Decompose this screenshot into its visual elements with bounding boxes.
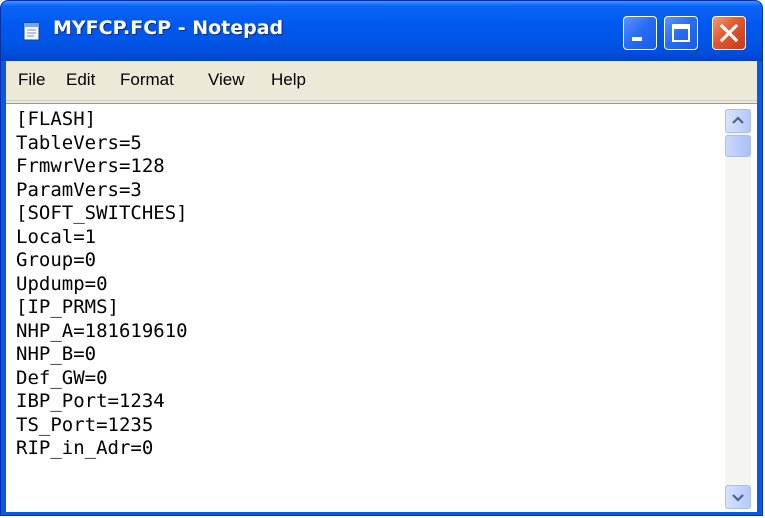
menu-view[interactable]: View	[208, 70, 245, 90]
window-title: MYFCP.FCP - Notepad	[53, 17, 284, 39]
close-icon	[719, 23, 739, 43]
menu-format[interactable]: Format	[120, 70, 174, 90]
text-line: TS_Port=1235	[16, 413, 154, 436]
scroll-down-arrow-icon	[732, 494, 744, 502]
notepad-icon[interactable]	[21, 20, 43, 42]
text-line: NHP_B=0	[16, 343, 97, 365]
close-button[interactable]	[712, 16, 746, 50]
menu-edit[interactable]: Edit	[66, 70, 95, 90]
text-line: NHP_A=181619610	[16, 319, 188, 342]
client-area: File Edit Format View Help [FLASH] Table…	[6, 61, 757, 512]
text-line: FrmwrVers=128	[16, 155, 165, 177]
text-line: ParamVers=3	[16, 178, 142, 201]
minimize-button[interactable]	[623, 16, 657, 50]
scrollbar-thumb[interactable]	[725, 135, 751, 157]
menu-help[interactable]: Help	[271, 70, 306, 90]
text-line: Def_GW=0	[16, 366, 108, 389]
text-line: Local=1	[16, 225, 97, 248]
maximize-button[interactable]	[664, 16, 698, 50]
text-line: [SOFT_SWITCHES]	[16, 202, 188, 224]
text-editor[interactable]: [FLASH] TableVers=5 FrmwrVers=128 ParamV…	[6, 103, 757, 512]
maximize-icon	[672, 24, 690, 42]
text-line: Updump=0	[16, 272, 108, 295]
scroll-up-arrow-icon	[732, 116, 744, 124]
menu-file[interactable]: File	[18, 70, 45, 90]
editor-text[interactable]: [FLASH] TableVers=5 FrmwrVers=128 ParamV…	[16, 108, 716, 508]
notepad-window: MYFCP.FCP - Notepad File Edit Format Vie…	[0, 0, 763, 516]
text-line: Group=0	[16, 249, 97, 271]
scroll-down-button[interactable]	[725, 485, 751, 509]
title-bar[interactable]: MYFCP.FCP - Notepad	[1, 1, 762, 61]
scroll-up-button[interactable]	[725, 109, 751, 133]
menu-bar: File Edit Format View Help	[6, 61, 757, 101]
vertical-scrollbar[interactable]	[725, 109, 751, 509]
text-line: IBP_Port=1234	[16, 390, 165, 412]
text-line: [FLASH]	[16, 108, 97, 130]
text-line: RIP_in_Adr=0	[16, 437, 154, 459]
minimize-icon	[632, 37, 642, 41]
text-line: [IP_PRMS]	[16, 296, 119, 318]
text-line: TableVers=5	[16, 131, 142, 154]
